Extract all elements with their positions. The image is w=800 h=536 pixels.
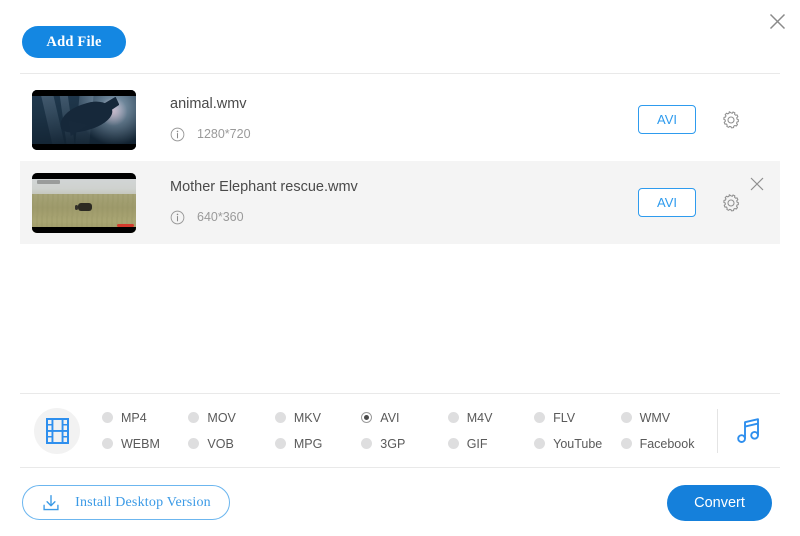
radio-dot <box>275 438 286 449</box>
format-option-label: WEBM <box>121 437 160 451</box>
format-option-facebook[interactable]: Facebook <box>621 431 707 457</box>
format-option-m4v[interactable]: M4V <box>448 405 534 431</box>
format-option-label: WMV <box>640 411 671 425</box>
radio-dot <box>621 438 632 449</box>
format-option-vob[interactable]: VOB <box>188 431 274 457</box>
file-thumbnail[interactable] <box>32 90 136 150</box>
radio-dot <box>102 438 113 449</box>
format-option-label: MOV <box>207 411 235 425</box>
radio-dot <box>534 438 545 449</box>
radio-dot <box>448 412 459 423</box>
install-button-label: Install Desktop Version <box>75 495 211 511</box>
remove-file-button[interactable] <box>746 173 768 195</box>
file-name: Mother Elephant rescue.wmv <box>170 180 638 196</box>
video-converter-window: Add File animal.wmv <box>0 0 800 536</box>
format-option-flv[interactable]: FLV <box>534 405 620 431</box>
format-option-mpg[interactable]: MPG <box>275 431 361 457</box>
video-format-tab[interactable] <box>34 408 80 454</box>
file-resolution: 1280*720 <box>197 127 251 141</box>
format-option-youtube[interactable]: YouTube <box>534 431 620 457</box>
format-option-3gp[interactable]: 3GP <box>361 431 447 457</box>
audio-format-tab[interactable] <box>718 416 780 446</box>
format-option-label: Facebook <box>640 437 695 451</box>
file-resolution: 640*360 <box>197 210 244 224</box>
file-settings-button[interactable] <box>718 190 744 216</box>
format-option-label: AVI <box>380 411 399 425</box>
format-option-webm[interactable]: WEBM <box>102 431 188 457</box>
download-icon <box>41 493 61 513</box>
window-close-button[interactable] <box>760 4 794 38</box>
format-option-label: MP4 <box>121 411 147 425</box>
file-list: animal.wmv 1280*720 AVI <box>20 78 780 244</box>
format-radio-group: MP4 MOV MKV AVI M4V FLV <box>102 405 707 457</box>
radio-dot-selected <box>361 412 372 423</box>
format-option-label: MKV <box>294 411 321 425</box>
convert-button[interactable]: Convert <box>667 485 772 521</box>
radio-dot <box>448 438 459 449</box>
film-strip-icon <box>45 417 70 445</box>
close-icon <box>749 176 765 192</box>
radio-dot <box>621 412 632 423</box>
radio-dot <box>188 412 199 423</box>
format-option-mov[interactable]: MOV <box>188 405 274 431</box>
music-note-icon <box>735 416 763 446</box>
format-option-label: MPG <box>294 437 322 451</box>
file-subinfo: 640*360 <box>170 210 638 225</box>
toolbar: Add File <box>22 26 126 58</box>
output-format-button[interactable]: AVI <box>638 188 696 217</box>
toolbar-divider <box>20 73 780 74</box>
output-format-button[interactable]: AVI <box>638 105 696 134</box>
radio-dot <box>534 412 545 423</box>
savanna-animal-thumbnail-art <box>32 173 136 233</box>
file-thumbnail[interactable] <box>32 173 136 233</box>
gear-icon <box>720 109 742 131</box>
format-option-mkv[interactable]: MKV <box>275 405 361 431</box>
file-subinfo: 1280*720 <box>170 127 638 142</box>
underwater-shark-thumbnail-art <box>32 90 136 150</box>
file-details: Mother Elephant rescue.wmv 640*360 <box>136 180 638 225</box>
file-settings-button[interactable] <box>718 107 744 133</box>
add-file-button[interactable]: Add File <box>22 26 126 58</box>
radio-dot <box>188 438 199 449</box>
radio-dot <box>275 412 286 423</box>
table-row[interactable]: Mother Elephant rescue.wmv 640*360 AVI <box>20 161 780 244</box>
radio-dot <box>102 412 113 423</box>
file-name: animal.wmv <box>170 97 638 113</box>
info-icon[interactable] <box>170 210 185 225</box>
format-option-label: GIF <box>467 437 488 451</box>
install-desktop-version-button[interactable]: Install Desktop Version <box>22 485 230 520</box>
format-option-mp4[interactable]: MP4 <box>102 405 188 431</box>
format-option-label: VOB <box>207 437 233 451</box>
format-selection-bar: MP4 MOV MKV AVI M4V FLV <box>20 393 780 468</box>
table-row[interactable]: animal.wmv 1280*720 AVI <box>20 78 780 161</box>
info-icon[interactable] <box>170 127 185 142</box>
radio-dot <box>361 438 372 449</box>
format-option-label: FLV <box>553 411 575 425</box>
format-option-gif[interactable]: GIF <box>448 431 534 457</box>
format-option-label: 3GP <box>380 437 405 451</box>
format-option-label: M4V <box>467 411 493 425</box>
file-details: animal.wmv 1280*720 <box>136 97 638 142</box>
close-icon <box>768 12 787 31</box>
format-option-wmv[interactable]: WMV <box>621 405 707 431</box>
format-option-label: YouTube <box>553 437 602 451</box>
format-option-avi[interactable]: AVI <box>361 405 447 431</box>
gear-icon <box>720 192 742 214</box>
